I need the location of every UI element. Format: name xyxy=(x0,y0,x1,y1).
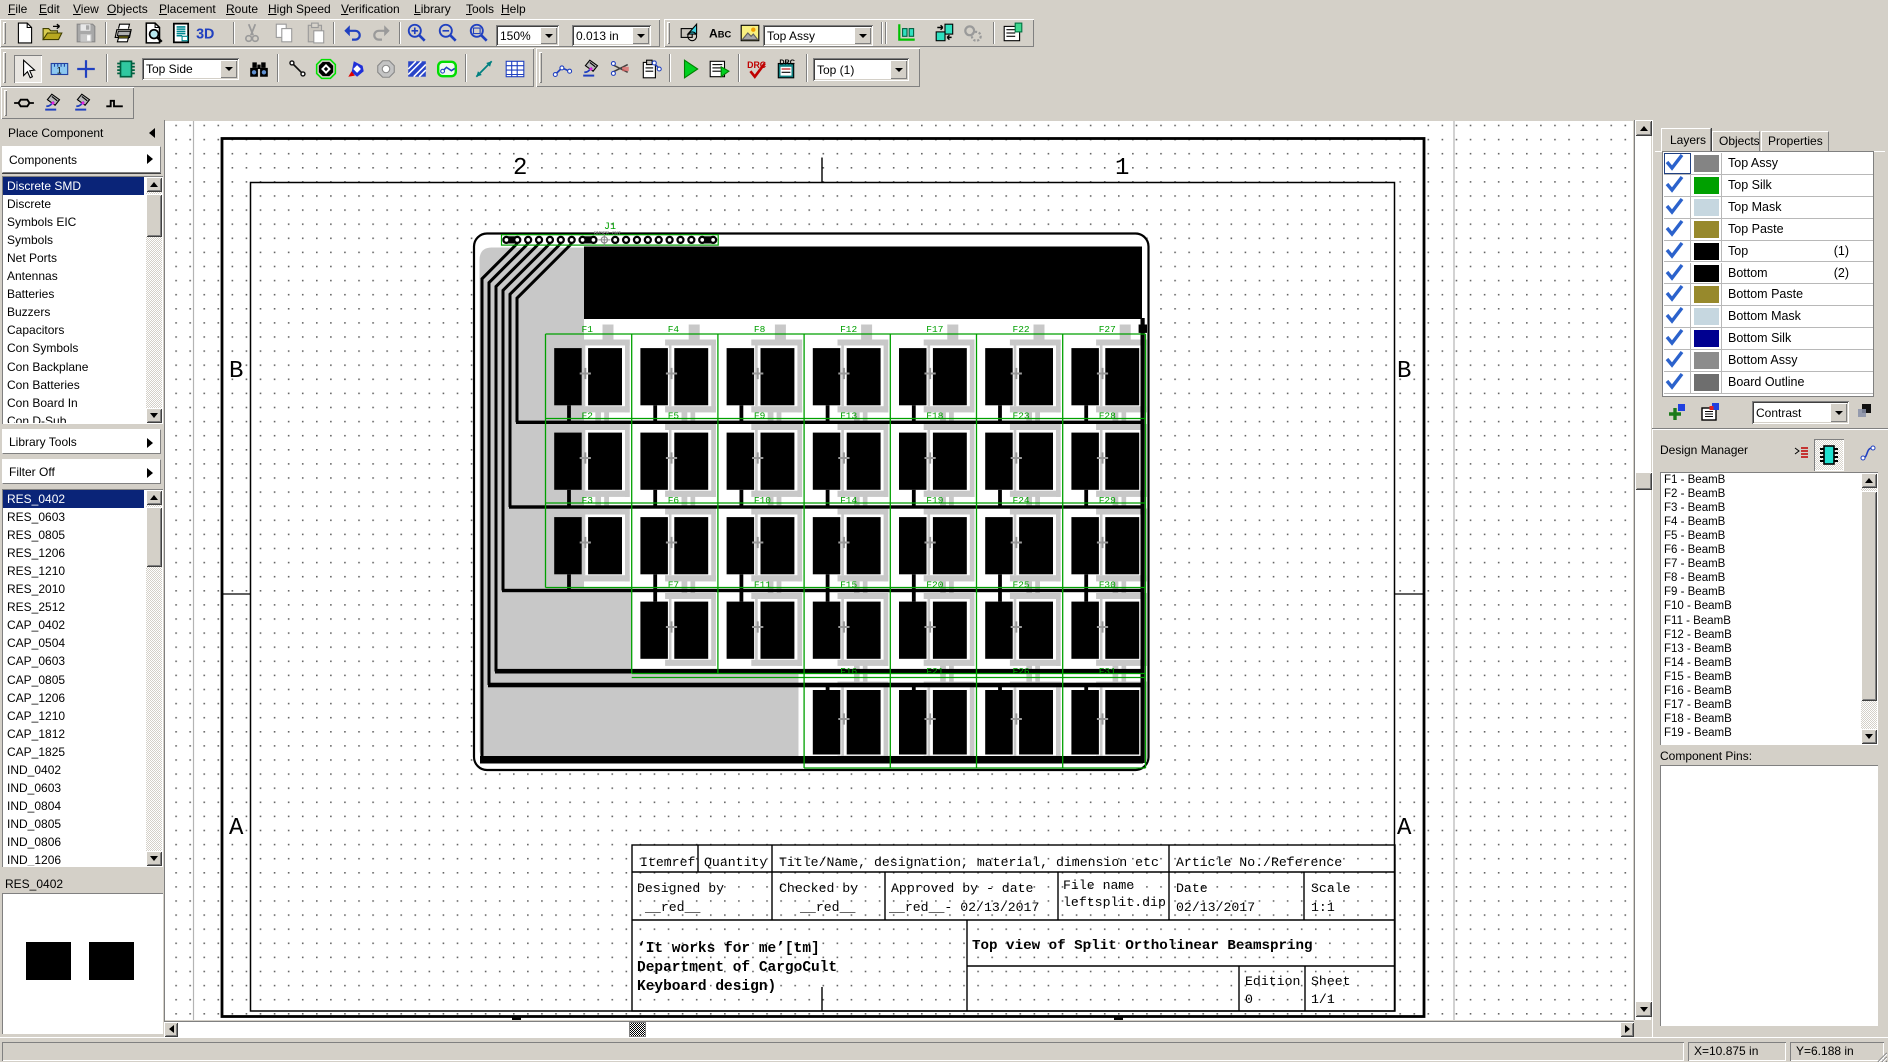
svg-text:02/13/2017: 02/13/2017 xyxy=(1176,900,1255,915)
svg-text:F24: F24 xyxy=(1013,495,1030,506)
svg-text:A: A xyxy=(709,26,718,40)
svg-text:Department of CargoCult: Department of CargoCult xyxy=(637,960,837,976)
svg-text:Checked by: Checked by xyxy=(779,881,858,896)
svg-text:1:1: 1:1 xyxy=(1311,900,1335,915)
svg-text:F2: F2 xyxy=(582,411,594,422)
svg-text:F20: F20 xyxy=(926,580,943,591)
svg-text:Title/Name, designation, mater: Title/Name, designation, material, dimen… xyxy=(779,855,1159,870)
svg-text:F6: F6 xyxy=(668,495,680,506)
svg-text:DRC: DRC xyxy=(779,59,794,67)
svg-text:A: A xyxy=(1397,815,1412,842)
svg-text:F27: F27 xyxy=(1099,324,1116,335)
svg-text:F15: F15 xyxy=(840,580,857,591)
svg-text:Keyboard design): Keyboard design) xyxy=(637,979,776,995)
svg-text:F11: F11 xyxy=(754,580,771,591)
svg-text:F29: F29 xyxy=(1099,495,1116,506)
svg-text:Date: Date xyxy=(1176,881,1208,896)
svg-text:F5: F5 xyxy=(668,411,680,422)
svg-text:A: A xyxy=(229,815,244,842)
svg-text:F25: F25 xyxy=(1013,580,1030,591)
svg-text:F8: F8 xyxy=(754,324,766,335)
svg-text:F16: F16 xyxy=(840,666,857,677)
svg-text:F3: F3 xyxy=(582,495,594,506)
svg-text:Scale: Scale xyxy=(1311,881,1351,896)
svg-text:F4: F4 xyxy=(668,324,680,335)
svg-text:2: 2 xyxy=(513,155,527,182)
svg-text:leftsplit.dip: leftsplit.dip xyxy=(1063,895,1166,910)
svg-text:3D: 3D xyxy=(196,27,214,43)
svg-text:Edition: Edition xyxy=(1245,974,1300,989)
svg-text:BMSPR CNT: BMSPR CNT xyxy=(594,231,621,237)
svg-text:Designed by: Designed by xyxy=(637,881,724,896)
svg-text:B: B xyxy=(1397,358,1411,385)
svg-text:1: 1 xyxy=(1115,155,1129,182)
svg-text:F18: F18 xyxy=(926,411,943,422)
svg-text:File name: File name xyxy=(1063,878,1134,893)
svg-text:F30: F30 xyxy=(1099,580,1116,591)
svg-text:F1: F1 xyxy=(582,324,594,335)
svg-text:0: 0 xyxy=(1245,992,1253,1007)
svg-text:Sheet: Sheet xyxy=(1311,974,1351,989)
svg-text:F26: F26 xyxy=(1013,666,1030,677)
svg-text:Article No./Reference: Article No./Reference xyxy=(1176,855,1342,870)
svg-text:__red__- 02/13/2017: __red__- 02/13/2017 xyxy=(888,900,1039,915)
svg-text:F28: F28 xyxy=(1099,411,1116,422)
svg-text:F19: F19 xyxy=(926,495,943,506)
svg-text:__red__: __red__ xyxy=(799,900,855,915)
svg-text:F22: F22 xyxy=(1013,324,1030,335)
svg-text:F7: F7 xyxy=(668,580,679,591)
svg-text:1: 1 xyxy=(57,65,62,75)
svg-text:F23: F23 xyxy=(1013,411,1030,422)
svg-text:F31: F31 xyxy=(1099,666,1116,677)
svg-text:B: B xyxy=(229,358,243,385)
svg-text:F13: F13 xyxy=(840,411,857,422)
svg-text:F10: F10 xyxy=(754,495,771,506)
svg-text:BC: BC xyxy=(718,29,731,39)
svg-text:Itemref: Itemref xyxy=(640,855,695,870)
svg-text:__red__: __red__ xyxy=(644,900,700,915)
svg-text:F21: F21 xyxy=(926,666,943,677)
svg-text:Approved by - date: Approved by - date xyxy=(891,881,1034,896)
svg-text:Quantity: Quantity xyxy=(704,855,767,870)
svg-text:‘It works for me’[tm]: ‘It works for me’[tm] xyxy=(637,941,820,957)
svg-text:1/1: 1/1 xyxy=(1311,992,1335,1007)
svg-text:F12: F12 xyxy=(840,324,857,335)
svg-text:Top view of Split Ortholinear: Top view of Split Ortholinear Beamspring xyxy=(972,938,1313,954)
svg-text:F17: F17 xyxy=(926,324,943,335)
svg-text:F14: F14 xyxy=(840,495,857,506)
svg-text:F9: F9 xyxy=(754,411,766,422)
